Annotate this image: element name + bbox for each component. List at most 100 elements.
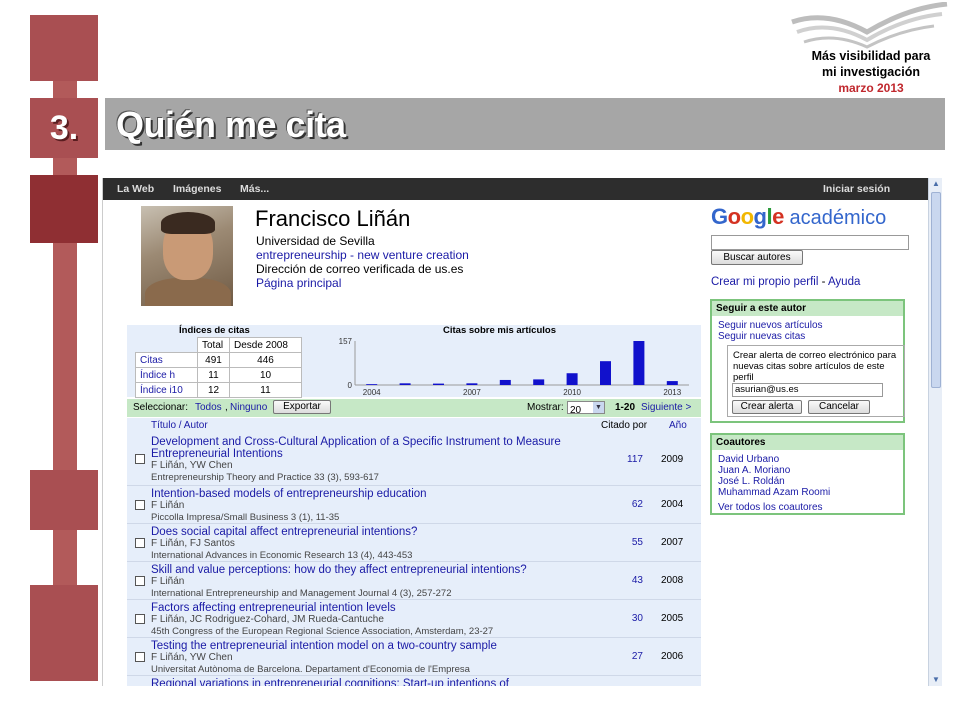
bar-2009 bbox=[533, 379, 545, 385]
article-title-link[interactable]: Intention-based models of entrepreneursh… bbox=[151, 488, 571, 500]
col-cited[interactable]: Citado por bbox=[601, 420, 647, 431]
deco-block bbox=[30, 470, 98, 530]
row-checkbox[interactable] bbox=[135, 538, 145, 548]
scroll-up-icon[interactable]: ▲ bbox=[930, 178, 942, 190]
row-checkbox[interactable] bbox=[135, 652, 145, 662]
cancel-button[interactable]: Cancelar bbox=[808, 400, 870, 414]
create-alert-button[interactable]: Crear alerta bbox=[732, 400, 802, 414]
page-range: 1-20 bbox=[615, 402, 636, 413]
nav-web[interactable]: La Web bbox=[117, 183, 154, 195]
bar-2005 bbox=[399, 383, 411, 385]
nav-images[interactable]: Imágenes bbox=[173, 183, 221, 195]
list-column-header: Título / Autor Citado por Año bbox=[127, 418, 701, 434]
col-total: Total bbox=[197, 337, 230, 353]
bar-2004 bbox=[366, 384, 378, 385]
index-since: 11 bbox=[229, 382, 302, 398]
article-source: Entrepreneurship Theory and Practice 33 … bbox=[151, 472, 379, 483]
article-year: 2008 bbox=[661, 575, 684, 586]
deco-block bbox=[30, 15, 98, 81]
article-title-link[interactable]: Skill and value perceptions: how do they… bbox=[151, 564, 571, 576]
coauthor-link[interactable]: Juan A. Moriano bbox=[712, 465, 903, 476]
export-button[interactable]: Exportar bbox=[273, 400, 331, 414]
y-tick-label: 157 bbox=[339, 337, 353, 346]
follow-articles-link[interactable]: Seguir nuevos artículos bbox=[712, 320, 903, 331]
next-page-link[interactable]: Siguiente > bbox=[641, 402, 691, 413]
col-year-sort[interactable]: Año bbox=[669, 420, 687, 431]
list-item: Intention-based models of entrepreneursh… bbox=[127, 486, 701, 524]
row-checkbox[interactable] bbox=[135, 576, 145, 586]
article-title-link[interactable]: Regional variations in entrepreneurial c… bbox=[151, 678, 571, 686]
bar-2010 bbox=[566, 373, 578, 385]
col-title-sort[interactable]: Título / Autor bbox=[151, 420, 208, 431]
profile-links: Crear mi propio perfil - Ayuda bbox=[711, 276, 860, 288]
cited-by-link[interactable]: 55 bbox=[621, 537, 643, 548]
show-count-select[interactable]: 20 ▼ bbox=[567, 401, 605, 416]
article-source: International Entrepreneurship and Manag… bbox=[151, 588, 452, 599]
cited-by-link[interactable]: 27 bbox=[621, 651, 643, 662]
coauthor-link[interactable]: David Urbano bbox=[712, 454, 903, 465]
index-label-link[interactable]: Índice h bbox=[135, 367, 198, 383]
article-year: 2004 bbox=[661, 499, 684, 510]
x-tick-label: 2007 bbox=[463, 388, 481, 397]
cited-by-link[interactable]: 30 bbox=[621, 613, 643, 624]
article-authors: F Liñán, YW Chen bbox=[151, 652, 233, 663]
sign-in-link[interactable]: Iniciar sesión bbox=[823, 183, 890, 195]
index-label-link[interactable]: Índice i10 bbox=[135, 382, 198, 398]
search-authors-button[interactable]: Buscar autores bbox=[711, 250, 803, 265]
scrollbar-thumb[interactable] bbox=[931, 192, 941, 388]
follow-author-header: Seguir a este autor bbox=[712, 301, 903, 316]
all-coauthors-link[interactable]: Ver todos los coautores bbox=[712, 502, 903, 513]
list-item: Testing the entrepreneurial intention mo… bbox=[127, 638, 701, 676]
article-title-link[interactable]: Does social capital affect entrepreneuri… bbox=[151, 526, 571, 538]
select-none-link[interactable]: Ninguno bbox=[230, 402, 267, 413]
help-link[interactable]: Ayuda bbox=[828, 276, 860, 288]
article-authors: F Liñán bbox=[151, 576, 185, 587]
deco-block bbox=[30, 175, 98, 243]
coauthor-link[interactable]: José L. Roldán bbox=[712, 476, 903, 487]
cited-by-link[interactable]: 117 bbox=[621, 454, 643, 465]
article-title-link[interactable]: Development and Cross-Cultural Applicati… bbox=[151, 436, 571, 460]
homepage-link[interactable]: Página principal bbox=[256, 276, 341, 290]
cited-by-link[interactable]: 62 bbox=[621, 499, 643, 510]
index-total: 11 bbox=[197, 367, 230, 383]
list-item: Development and Cross-Cultural Applicati… bbox=[127, 434, 701, 486]
scroll-down-icon[interactable]: ▼ bbox=[930, 674, 942, 686]
profile-interests-link[interactable]: entrepreneurship - new venture creation bbox=[256, 248, 469, 262]
y-tick-label: 0 bbox=[348, 381, 353, 390]
row-checkbox[interactable] bbox=[135, 454, 145, 464]
citation-indices-panel: Índices de citas Total Desde 2008 Citas … bbox=[127, 325, 701, 398]
list-item: Does social capital affect entrepreneuri… bbox=[127, 524, 701, 562]
brand-line: Más visibilidad para bbox=[811, 49, 931, 63]
article-year: 2005 bbox=[661, 613, 684, 624]
google-logo-word: Google bbox=[711, 204, 784, 229]
profile-email-verified: Dirección de correo verificada de us.es bbox=[256, 262, 464, 276]
row-checkbox[interactable] bbox=[135, 500, 145, 510]
index-label-link[interactable]: Citas bbox=[135, 352, 198, 368]
academico-word: académico bbox=[789, 207, 887, 229]
cited-by-link[interactable]: 43 bbox=[621, 575, 643, 586]
row-checkbox[interactable] bbox=[135, 614, 145, 624]
profile-affiliation: Universidad de Sevilla bbox=[256, 234, 375, 248]
nav-more[interactable]: Más... bbox=[240, 183, 269, 195]
coauthors-box: Coautores David Urbano Juan A. Moriano J… bbox=[710, 433, 905, 515]
indices-table: Total Desde 2008 Citas 491 446 Índice h … bbox=[135, 337, 302, 398]
brand-block: Más visibilidad para mi investigación ma… bbox=[796, 48, 946, 96]
section-number: 3. bbox=[30, 98, 98, 158]
list-item: Skill and value perceptions: how do they… bbox=[127, 562, 701, 600]
alert-description: Crear alerta de correo electrónico para … bbox=[733, 350, 897, 383]
coauthor-link[interactable]: Muhammad Azam Roomi bbox=[712, 487, 903, 498]
article-title-link[interactable]: Testing the entrepreneurial intention mo… bbox=[151, 640, 571, 652]
x-tick-label: 2013 bbox=[663, 388, 681, 397]
author-search-input[interactable] bbox=[711, 235, 909, 250]
alert-email-input[interactable]: asurian@us.es bbox=[732, 383, 883, 397]
x-tick-label: 2010 bbox=[563, 388, 581, 397]
vertical-scrollbar[interactable]: ▲ ▼ bbox=[928, 178, 942, 686]
follow-citations-link[interactable]: Seguir nuevas citas bbox=[712, 331, 903, 342]
google-scholar-logo[interactable]: Google académico bbox=[711, 204, 886, 230]
article-title-link[interactable]: Factors affecting entrepreneurial intent… bbox=[151, 602, 571, 614]
create-profile-link[interactable]: Crear mi propio perfil bbox=[711, 276, 818, 288]
profile-name: Francisco Liñán bbox=[255, 206, 411, 231]
select-all-link[interactable]: Todos bbox=[195, 402, 222, 413]
scholar-screenshot: La Web Imágenes Más... Iniciar sesión Fr… bbox=[102, 178, 942, 686]
show-label: Mostrar: bbox=[527, 402, 564, 413]
